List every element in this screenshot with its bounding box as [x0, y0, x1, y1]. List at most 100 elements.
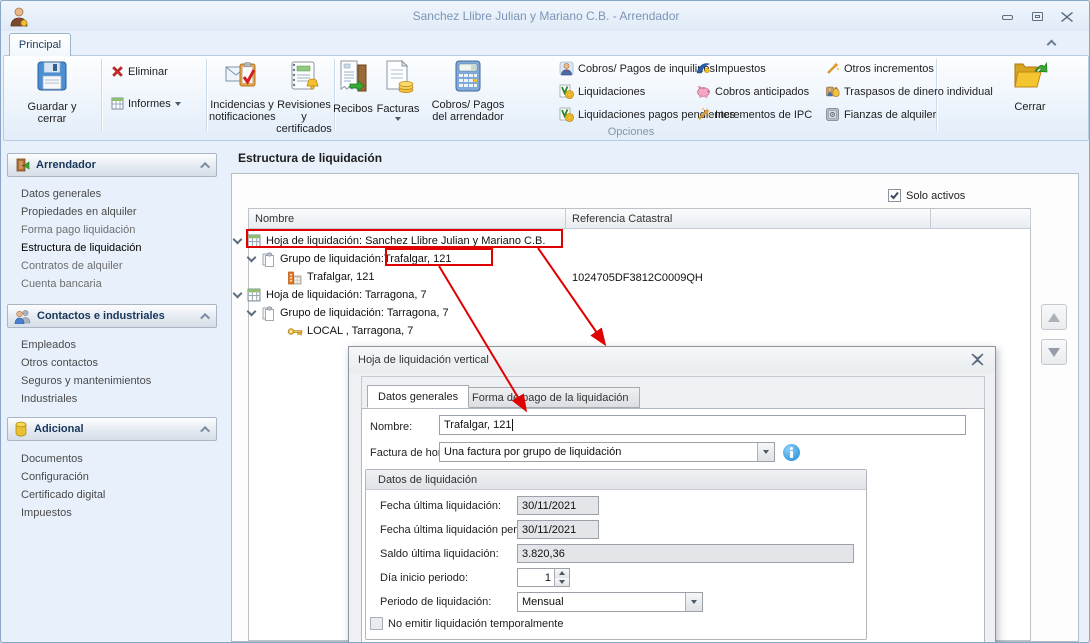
saldo-input[interactable]: 3.820,36 [517, 544, 854, 563]
fecha-periodica-input[interactable]: 30/11/2021 [517, 520, 599, 539]
building-icon [288, 271, 302, 284]
tree-row-label-highlighted: Trafalgar, 121 [383, 253, 452, 265]
receipts-button[interactable]: Recibos [333, 57, 373, 125]
move-down-button[interactable] [1041, 339, 1067, 365]
nombre-input[interactable]: Trafalgar, 121 [439, 415, 966, 435]
taxes-item[interactable]: Impuestos [696, 60, 826, 77]
page-title: Estructura de liquidación [238, 151, 383, 165]
invoices-icon [380, 59, 416, 100]
sidebar-item-configuracion[interactable]: Configuración [21, 468, 211, 485]
sidebar-section-arrendador[interactable]: Arrendador [7, 153, 217, 177]
reports-icon [111, 97, 124, 110]
money-transfers-item[interactable]: Traspasos de dinero individual [825, 83, 1015, 100]
sidebar-item-certificado[interactable]: Certificado digital [21, 486, 211, 503]
minimize-button[interactable] [1000, 11, 1016, 23]
sidebar-section-title: Arrendador [36, 159, 96, 171]
periodo-label: Periodo de liquidación: [380, 596, 492, 608]
column-header-referencia[interactable]: Referencia Catastral [566, 209, 931, 229]
dropdown-arrow-icon [174, 101, 181, 106]
chevron-up-icon [200, 161, 211, 172]
periodo-select[interactable]: Mensual [517, 592, 703, 612]
dialog-title: Hoja de liquidación vertical [358, 354, 489, 366]
spin-up-icon [559, 571, 565, 576]
sidebar-item-propiedades[interactable]: Propiedades en alquiler [21, 203, 211, 220]
sidebar-item-documentos[interactable]: Documentos [21, 450, 211, 467]
sidebar-item-otros-contactos[interactable]: Otros contactos [21, 354, 211, 371]
door-icon [16, 158, 30, 172]
sidebar-item-industriales[interactable]: Industriales [21, 390, 211, 407]
application-window: Sanchez Llibre Julian y Mariano C.B. - A… [0, 0, 1090, 643]
reports-button[interactable]: Informes [111, 95, 201, 112]
factura-honorarios-select[interactable]: Una factura por grupo de liquidación [439, 442, 775, 462]
tree-row-hoja-sanchez[interactable]: Hoja de liquidación: Sanchez Llibre Juli… [232, 232, 934, 250]
group-icon [262, 252, 274, 267]
tab-forma-pago[interactable]: Forma de pago de la liquidación [461, 387, 640, 408]
reports-label: Informes [128, 97, 171, 110]
invoices-button[interactable]: Facturas [373, 57, 423, 125]
delete-button[interactable]: Eliminar [111, 63, 201, 80]
dia-inicio-spinner[interactable]: 1 [517, 568, 570, 587]
tab-datos-generales[interactable]: Datos generales [367, 385, 470, 408]
collapse-ribbon-button[interactable] [1043, 37, 1061, 51]
sidebar-item-datos-generales[interactable]: Datos generales [21, 185, 211, 202]
close-form-label: Cerrar [1014, 101, 1046, 113]
no-emitir-label: No emitir liquidación temporalmente [388, 617, 564, 630]
cadastral-reference-value: 1024705DF3812C0009QH [572, 272, 703, 284]
save-close-button[interactable]: Guardar y cerrar [15, 57, 89, 125]
ipc-increments-label: Incrementos de IPC [715, 108, 813, 121]
text-caret [512, 419, 514, 431]
sidebar-item-estructura[interactable]: Estructura de liquidación [21, 239, 211, 256]
save-icon [35, 59, 69, 98]
tab-principal[interactable]: Principal [9, 33, 71, 56]
revisions-button[interactable]: Revisiones y certificados [273, 57, 335, 135]
fecha-ultima-input[interactable]: 30/11/2021 [517, 496, 599, 515]
receipts-label: Recibos [333, 103, 373, 115]
incidents-label: Incidencias y notificaciones [209, 99, 276, 123]
close-button[interactable] [1060, 11, 1076, 23]
sidebar-item-cuenta-bancaria[interactable]: Cuenta bancaria [21, 275, 211, 292]
no-emitir-checkbox[interactable]: No emitir liquidación temporalmente [370, 617, 563, 630]
revisions-label: Revisiones y certificados [276, 99, 332, 135]
tree-row-grupo-tarragona[interactable]: Grupo de liquidación: Tarragona, 7 [246, 304, 948, 322]
sidebar-item-contratos[interactable]: Contratos de alquiler [21, 257, 211, 274]
column-header-nombre[interactable]: Nombre [249, 209, 566, 229]
checkbox-checked-icon [888, 189, 901, 202]
column-header-empty[interactable] [931, 209, 1031, 229]
combo-dropdown-button[interactable] [757, 443, 774, 461]
incidents-button[interactable]: Incidencias y notificaciones [209, 57, 276, 125]
dialog-close-button[interactable] [971, 353, 985, 367]
tree-row-local-tarragona[interactable]: LOCAL , Tarragona, 7 [287, 322, 787, 340]
sidebar-item-forma-pago[interactable]: Forma pago liquidación [21, 221, 211, 238]
restore-button[interactable] [1030, 11, 1046, 23]
landlord-payments-button[interactable]: Cobros/ Pagos del arrendador [425, 57, 511, 125]
tree-row-hoja-tarragona[interactable]: Hoja de liquidación: Tarragona, 7 [232, 286, 934, 304]
ipc-increments-item[interactable]: Incrementos de IPC [696, 106, 826, 123]
combo-dropdown-button[interactable] [685, 593, 702, 611]
saldo-label: Saldo última liquidación: [380, 548, 499, 560]
close-form-button[interactable]: Cerrar [1001, 57, 1059, 125]
advance-collections-item[interactable]: Cobros anticipados [696, 83, 826, 100]
checkbox-unchecked-icon [370, 617, 383, 630]
save-close-label: Guardar y cerrar [27, 101, 77, 125]
sidebar-item-impuestos[interactable]: Impuestos [21, 504, 211, 521]
landlord-payments-label: Cobros/ Pagos del arrendador [431, 99, 505, 123]
sidebar-section-title: Contactos e industriales [37, 310, 165, 322]
tree-row-propiedad-trafalgar[interactable]: Trafalgar, 121 [287, 268, 787, 286]
sidebar-item-seguros[interactable]: Seguros y mantenimientos [21, 372, 211, 389]
down-arrow-icon [1048, 347, 1060, 357]
sidebar-section-contactos[interactable]: Contactos e industriales [7, 304, 217, 328]
move-up-button[interactable] [1041, 304, 1067, 330]
taxes-label: Impuestos [715, 62, 766, 75]
solo-activos-checkbox[interactable]: Solo activos [888, 189, 965, 202]
rental-deposits-item[interactable]: Fianzas de alquiler [825, 106, 1015, 123]
tree-row-grupo-trafalgar[interactable]: Grupo de liquidación: Trafalgar, 121 [246, 250, 948, 268]
info-icon[interactable] [783, 444, 800, 461]
sidebar-item-empleados[interactable]: Empleados [21, 336, 211, 353]
spin-down-icon [559, 579, 565, 584]
chevron-expander-icon [246, 306, 257, 317]
liquidations-label: Liquidaciones [578, 85, 646, 98]
spinner-buttons[interactable] [554, 569, 569, 586]
other-increments-item[interactable]: Otros incrementos [825, 60, 1015, 77]
sidebar-section-adicional[interactable]: Adicional [7, 417, 217, 441]
chevron-expander-icon [232, 288, 243, 299]
